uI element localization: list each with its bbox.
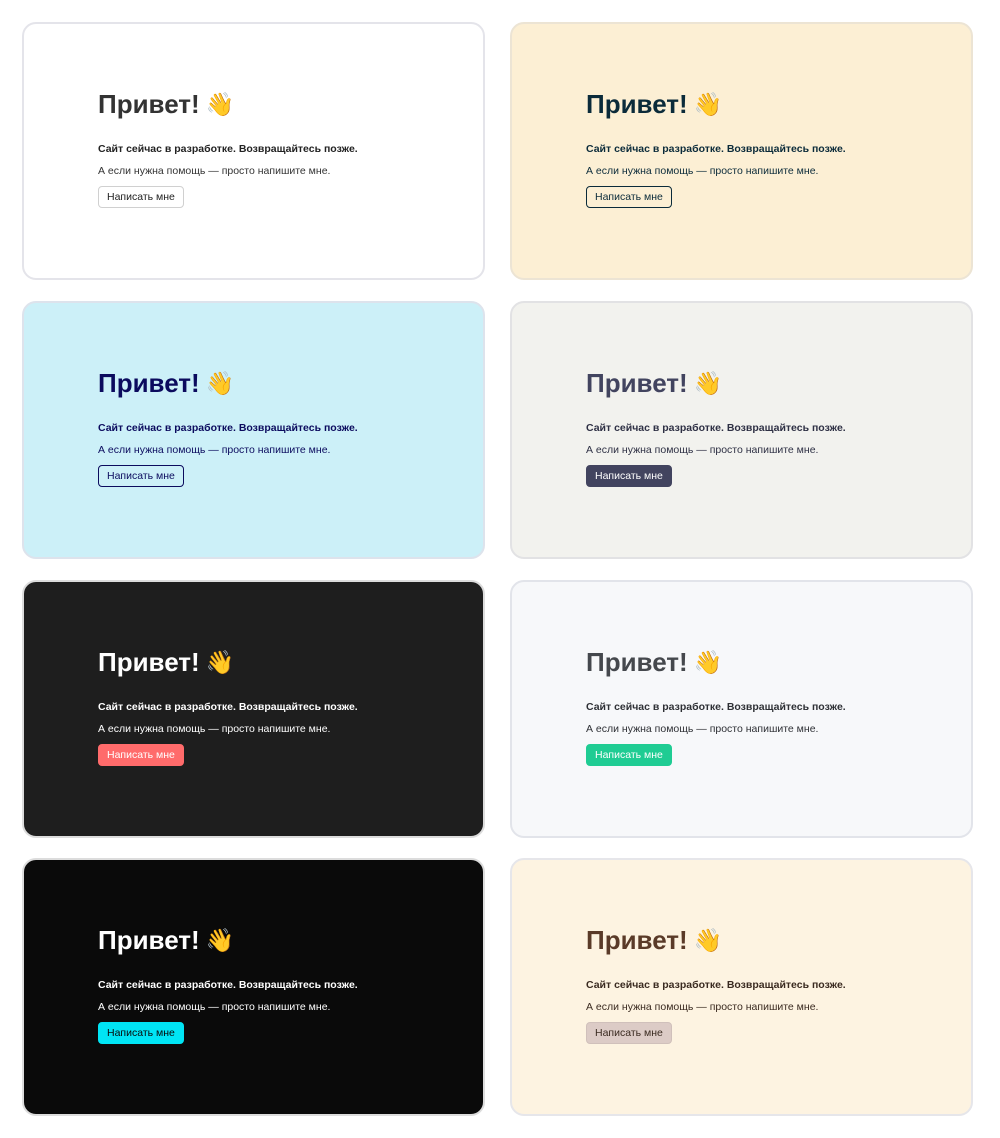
maintenance-message: Сайт сейчас в разработке. Возвращайтесь … (98, 979, 358, 991)
greeting-heading: Привет! 👋 (586, 88, 846, 120)
greeting-heading: Привет! 👋 (586, 646, 846, 678)
card-content: Привет! 👋 Сайт сейчас в разработке. Возвр… (586, 367, 846, 487)
maintenance-message: Сайт сейчас в разработке. Возвращайтесь … (98, 143, 358, 155)
contact-button[interactable]: Написать мне (98, 465, 184, 487)
theme-card-black: Привет! 👋 Сайт сейчас в разработке. Возвр… (22, 858, 485, 1116)
greeting-text: Привет! (98, 368, 200, 398)
greeting-heading: Привет! 👋 (98, 924, 358, 956)
maintenance-message: Сайт сейчас в разработке. Возвращайтесь … (98, 422, 358, 434)
maintenance-message: Сайт сейчас в разработке. Возвращайтесь … (98, 701, 358, 713)
contact-button[interactable]: Написать мне (586, 1022, 672, 1044)
card-content: Привет! 👋 Сайт сейчас в разработке. Возвр… (586, 646, 846, 766)
help-message: А если нужна помощь — просто напишите мн… (98, 165, 331, 177)
help-message: А если нужна помощь — просто напишите мн… (586, 1001, 819, 1013)
help-message: А если нужна помощь — просто напишите мн… (586, 444, 819, 456)
greeting-text: Привет! (586, 368, 688, 398)
contact-button[interactable]: Написать мне (98, 1022, 184, 1044)
card-content: Привет! 👋 Сайт сейчас в разработке. Возвр… (98, 646, 358, 766)
waving-hand-icon: 👋 (205, 370, 235, 396)
contact-button[interactable]: Написать мне (586, 465, 672, 487)
waving-hand-icon: 👋 (693, 91, 723, 117)
greeting-text: Привет! (586, 647, 688, 677)
greeting-text: Привет! (586, 925, 688, 955)
contact-button[interactable]: Написать мне (98, 744, 184, 766)
greeting-text: Привет! (98, 89, 200, 119)
greeting-heading: Привет! 👋 (98, 88, 358, 120)
theme-card-light: Привет! 👋 Сайт сейчас в разработке. Возвр… (22, 22, 485, 280)
help-message: А если нужна помощь — просто напишите мн… (98, 444, 331, 456)
help-message: А если нужна помощь — просто напишите мн… (98, 723, 331, 735)
card-content: Привет! 👋 Сайт сейчас в разработке. Возвр… (586, 924, 846, 1044)
maintenance-message: Сайт сейчас в разработке. Возвращайтесь … (586, 979, 846, 991)
greeting-text: Привет! (586, 89, 688, 119)
waving-hand-icon: 👋 (693, 649, 723, 675)
card-content: Привет! 👋 Сайт сейчас в разработке. Возвр… (98, 367, 358, 487)
waving-hand-icon: 👋 (693, 370, 723, 396)
theme-previews-grid: Привет! 👋 Сайт сейчас в разработке. Возвр… (0, 0, 1000, 1138)
maintenance-message: Сайт сейчас в разработке. Возвращайтесь … (586, 701, 846, 713)
waving-hand-icon: 👋 (205, 927, 235, 953)
waving-hand-icon: 👋 (693, 927, 723, 953)
waving-hand-icon: 👋 (205, 649, 235, 675)
card-content: Привет! 👋 Сайт сейчас в разработке. Возвр… (586, 88, 846, 208)
greeting-text: Привет! (98, 925, 200, 955)
help-message: А если нужна помощь — просто напишите мн… (586, 723, 819, 735)
maintenance-message: Сайт сейчас в разработке. Возвращайтесь … (586, 143, 846, 155)
greeting-text: Привет! (98, 647, 200, 677)
card-content: Привет! 👋 Сайт сейчас в разработке. Возвр… (98, 88, 358, 208)
contact-button[interactable]: Написать мне (586, 744, 672, 766)
card-content: Привет! 👋 Сайт сейчас в разработке. Возвр… (98, 924, 358, 1044)
contact-button[interactable]: Написать мне (98, 186, 184, 208)
greeting-heading: Привет! 👋 (98, 646, 358, 678)
theme-card-charcoal: Привет! 👋 Сайт сейчас в разработке. Возвр… (22, 580, 485, 838)
theme-card-stone: Привет! 👋 Сайт сейчас в разработке. Возвр… (510, 301, 973, 559)
greeting-heading: Привет! 👋 (586, 924, 846, 956)
theme-card-sand: Привет! 👋 Сайт сейчас в разработке. Возвр… (510, 22, 973, 280)
theme-card-sky: Привет! 👋 Сайт сейчас в разработке. Возвр… (22, 301, 485, 559)
theme-card-mint: Привет! 👋 Сайт сейчас в разработке. Возвр… (510, 580, 973, 838)
contact-button[interactable]: Написать мне (586, 186, 672, 208)
greeting-heading: Привет! 👋 (98, 367, 358, 399)
maintenance-message: Сайт сейчас в разработке. Возвращайтесь … (586, 422, 846, 434)
help-message: А если нужна помощь — просто напишите мн… (586, 165, 819, 177)
help-message: А если нужна помощь — просто напишите мн… (98, 1001, 331, 1013)
theme-card-cream: Привет! 👋 Сайт сейчас в разработке. Возвр… (510, 858, 973, 1116)
waving-hand-icon: 👋 (205, 91, 235, 117)
greeting-heading: Привет! 👋 (586, 367, 846, 399)
